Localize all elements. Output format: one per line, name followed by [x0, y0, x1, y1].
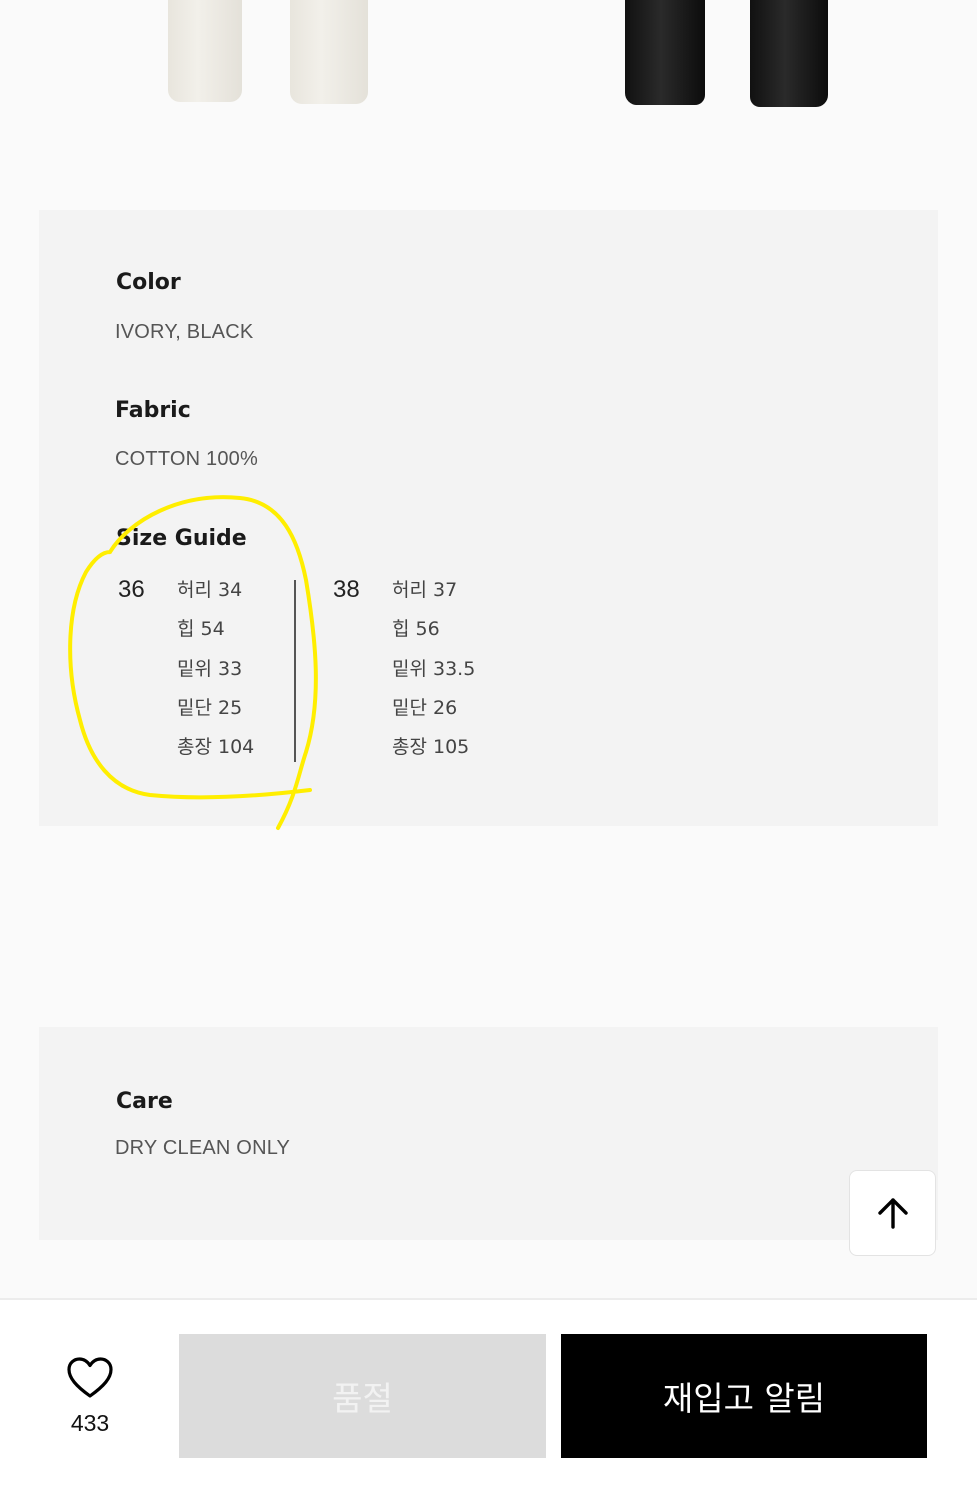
size-divider [294, 580, 296, 762]
size-38-measurements: 허리 37 힙 56 밑위 33.5 밑단 26 총장 105 [392, 578, 475, 774]
restock-alert-button[interactable]: 재입고 알림 [561, 1334, 927, 1458]
color-label: Color [116, 270, 181, 295]
like-button[interactable]: 433 [50, 1356, 130, 1437]
size-38-label: 38 [333, 576, 360, 603]
bottom-action-bar: 433 품절 재입고 알림 [0, 1298, 977, 1500]
scroll-to-top-button[interactable] [849, 1170, 936, 1256]
size-36-row: 총장 104 [177, 736, 255, 759]
black-pants-image [620, 0, 835, 110]
product-info-panel: Color IVORY, BLACK Fabric COTTON 100% Si… [39, 210, 938, 826]
fabric-label: Fabric [115, 398, 191, 423]
arrow-up-icon [877, 1198, 908, 1229]
color-value: IVORY, BLACK [115, 321, 254, 343]
size-36-row: 힙 54 [177, 618, 225, 641]
care-panel: Care DRY CLEAN ONLY [39, 1027, 938, 1240]
size-36-row: 허리 34 [177, 579, 243, 601]
size-38-row: 총장 105 [392, 736, 470, 759]
fabric-value: COTTON 100% [115, 448, 258, 470]
size-38-row: 허리 37 [392, 579, 458, 601]
care-value: DRY CLEAN ONLY [115, 1137, 291, 1159]
size-36-label: 36 [118, 576, 145, 603]
size-38-row: 밑위 33.5 [392, 657, 476, 680]
size-38-row: 밑단 26 [392, 696, 458, 719]
ivory-pants-image [160, 0, 380, 110]
like-count: 433 [70, 1410, 110, 1436]
size-36-row: 밑단 25 [177, 696, 243, 719]
size-36-row: 밑위 33 [177, 657, 243, 680]
heart-icon [67, 1357, 113, 1398]
care-label: Care [116, 1089, 173, 1114]
soldout-button[interactable]: 품절 [179, 1334, 546, 1458]
size-guide-label: Size Guide [116, 526, 247, 551]
size-36-measurements: 허리 34 힙 54 밑위 33 밑단 25 총장 104 [177, 578, 254, 774]
size-38-row: 힙 56 [392, 618, 440, 641]
